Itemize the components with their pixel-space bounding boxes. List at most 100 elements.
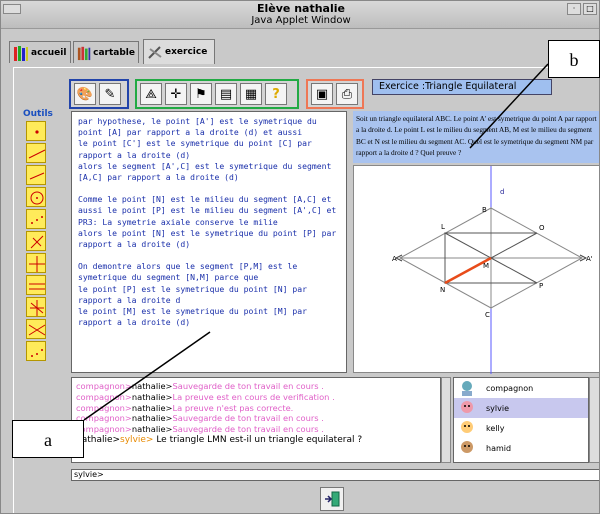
geometry-figure[interactable]: d B L O A M A' N P C [353, 165, 600, 374]
circle-tool[interactable] [26, 187, 46, 207]
avatar-icon [461, 421, 473, 433]
label-a-prime: A' [586, 255, 593, 263]
user-name: kelly [486, 423, 505, 433]
perpendicular-tool[interactable] [26, 231, 46, 251]
save-icon[interactable]: ▣ [311, 83, 333, 105]
help-icon[interactable]: ? [265, 83, 287, 105]
exit-button[interactable] [320, 487, 344, 511]
chat-line: compagnon>nathalie>Sauvegarde de ton tra… [76, 424, 436, 435]
print-icon[interactable]: ⎙ [336, 83, 358, 105]
proof-paragraph: Comme le point [N] est le milieu du segm… [78, 194, 337, 250]
chat-sender: compagnon> [76, 402, 132, 413]
figure-canvas[interactable]: d B L O A M A' N P C [354, 166, 600, 374]
title-bar: Elève nathalie Java Applet Window · □ [1, 1, 599, 29]
chat-recipient: nathalie> [131, 413, 173, 424]
label-d: d [500, 188, 504, 196]
label-b: B [482, 206, 487, 214]
chat-message: La preuve n'est pas correcte. [172, 402, 294, 413]
chat-recipient: nathalie> [131, 402, 173, 413]
chat-message: La preuve est en cours de verification . [172, 391, 335, 402]
parallel-tool[interactable] [26, 275, 46, 295]
flag-icon[interactable]: ⚑ [190, 83, 212, 105]
chat-log[interactable]: compagnon>nathalie>Sauvegarde de ton tra… [71, 377, 441, 463]
chat-message: Sauvegarde de ton travail en cours . [172, 413, 324, 424]
chat-sender: compagnon> [76, 381, 132, 391]
line-tool[interactable] [26, 143, 46, 163]
symmetry-tool[interactable] [26, 297, 46, 317]
proof-text-area[interactable]: par hypothese, le point [A'] est le syme… [71, 111, 347, 373]
chat-scrollbar[interactable] [441, 377, 451, 463]
chat-line: compagnon>nathalie>La preuve est en cour… [76, 392, 436, 403]
label-m: M [483, 262, 489, 270]
chat-line: nathalie>sylvie> Le triangle LMN est-il … [76, 435, 436, 446]
label-l: L [441, 223, 445, 231]
applet-window: Elève nathalie Java Applet Window · □ ac… [0, 0, 600, 514]
midpoint-tool[interactable] [26, 209, 46, 229]
user-item[interactable]: sylvie [454, 398, 588, 418]
companion-avatar-icon [462, 381, 472, 396]
user-name: hamid [486, 443, 512, 453]
chat-line: compagnon>nathalie>La preuve n'est pas c… [76, 403, 436, 414]
chat-line: compagnon>nathalie>Sauvegarde de ton tra… [76, 381, 436, 392]
chat-recipient: nathalie> [131, 381, 173, 391]
dots-tool[interactable] [26, 341, 46, 361]
tab-cartable[interactable]: cartable [73, 41, 139, 63]
tab-accueil[interactable]: accueil [9, 41, 71, 63]
window-subtitle: Java Applet Window [251, 15, 351, 26]
label-n: N [440, 286, 445, 294]
toolbar-group-edit: 🎨 ✎ [69, 79, 129, 109]
minimize-button[interactable]: · [567, 3, 581, 15]
books-icon [77, 46, 91, 60]
tools-label: Outils [23, 109, 53, 119]
proof-paragraph: par hypothese, le point [A'] est le syme… [78, 116, 332, 183]
user-item[interactable]: compagnon [454, 378, 588, 398]
callout-a: a [12, 420, 84, 458]
intersection-tool[interactable] [26, 319, 46, 339]
segment-om [490, 232, 538, 259]
callout-b: b [548, 40, 600, 78]
chat-sender: compagnon> [76, 413, 132, 424]
tools-palette [23, 121, 51, 363]
label-o: O [539, 224, 545, 232]
exit-door-icon [325, 491, 340, 507]
bisector-tool[interactable] [26, 253, 46, 273]
chat-input[interactable]: sylvie> [71, 469, 599, 481]
books-icon [14, 45, 28, 61]
user-name: compagnon [486, 383, 534, 393]
chat-recipient: nathalie> [131, 391, 173, 402]
label-a: A [392, 255, 397, 263]
maximize-button[interactable]: □ [583, 3, 597, 15]
chat-message: Sauvegarde de ton travail en cours . [172, 424, 324, 435]
pin-icon[interactable]: ✛ [165, 83, 187, 105]
chat-recipient: nathalie> [131, 424, 173, 435]
user-list-scrollbar[interactable] [589, 377, 599, 463]
tab-cartable-label: cartable [93, 47, 135, 58]
tab-exercice[interactable]: exercice [143, 39, 215, 64]
exercise-statement: Soit un triangle equilateral ABC. Le poi… [353, 111, 599, 163]
user-name: sylvie [486, 403, 510, 413]
chat-message: Sauvegarde de ton travail en cours . [172, 381, 324, 391]
building-icon[interactable]: ▦ [240, 83, 262, 105]
segment-pm [490, 257, 538, 284]
tab-exercice-label: exercice [165, 47, 208, 57]
chat-message: Le triangle LMN est-il un triangle equil… [153, 434, 363, 445]
tab-accueil-label: accueil [31, 47, 67, 58]
window-title: Elève nathalie [257, 2, 345, 15]
compass-ruler-icon [148, 46, 162, 59]
eraser-icon[interactable]: ✎ [99, 83, 121, 105]
avatar-icon [461, 401, 473, 413]
paint-icon[interactable]: 🎨 [74, 83, 96, 105]
user-item[interactable]: hamid [454, 438, 588, 458]
label-c: C [485, 311, 490, 319]
chat-line: compagnon>nathalie>Sauvegarde de ton tra… [76, 413, 436, 424]
user-item[interactable]: kelly [454, 418, 588, 438]
chat-sender: compagnon> [76, 391, 132, 402]
compass-icon[interactable]: ⟁ [140, 83, 162, 105]
label-p: P [539, 282, 543, 290]
chat-recipient: sylvie> [120, 434, 154, 445]
segment-tool[interactable] [26, 165, 46, 185]
toolbar-group-file: ▣ ⎙ [306, 79, 364, 109]
user-list[interactable]: compagnon sylvie kelly hamid [453, 377, 589, 463]
notebook-icon[interactable]: ▤ [215, 83, 237, 105]
point-tool[interactable] [26, 121, 46, 141]
